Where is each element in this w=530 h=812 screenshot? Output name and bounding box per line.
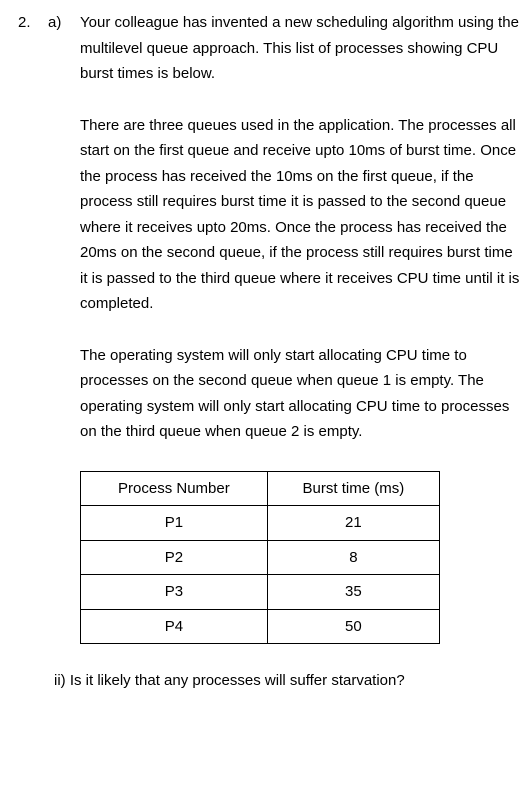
table-row: P3 35 [81, 575, 440, 610]
subpart-ii: ii) Is it likely that any processes will… [54, 668, 520, 694]
paragraph-queue-description: There are three queues used in the appli… [80, 113, 520, 317]
question-container: 2. a) Your colleague has invented a new … [18, 10, 520, 694]
table-row: P4 50 [81, 609, 440, 644]
table-header-burst: Burst time (ms) [267, 471, 439, 506]
cell-burst: 21 [267, 506, 439, 541]
paragraph-intro: Your colleague has invented a new schedu… [80, 10, 520, 87]
question-content: Your colleague has invented a new schedu… [80, 10, 520, 694]
question-number: 2. [18, 10, 36, 694]
process-table: Process Number Burst time (ms) P1 21 P2 … [80, 471, 440, 645]
question-part: a) [48, 10, 68, 694]
cell-process: P2 [81, 540, 268, 575]
table-header-row: Process Number Burst time (ms) [81, 471, 440, 506]
table-header-process: Process Number [81, 471, 268, 506]
cell-burst: 8 [267, 540, 439, 575]
paragraph-queue-rules: The operating system will only start all… [80, 343, 520, 445]
table-row: P2 8 [81, 540, 440, 575]
cell-process: P4 [81, 609, 268, 644]
cell-process: P1 [81, 506, 268, 541]
cell-burst: 50 [267, 609, 439, 644]
cell-burst: 35 [267, 575, 439, 610]
table-row: P1 21 [81, 506, 440, 541]
cell-process: P3 [81, 575, 268, 610]
